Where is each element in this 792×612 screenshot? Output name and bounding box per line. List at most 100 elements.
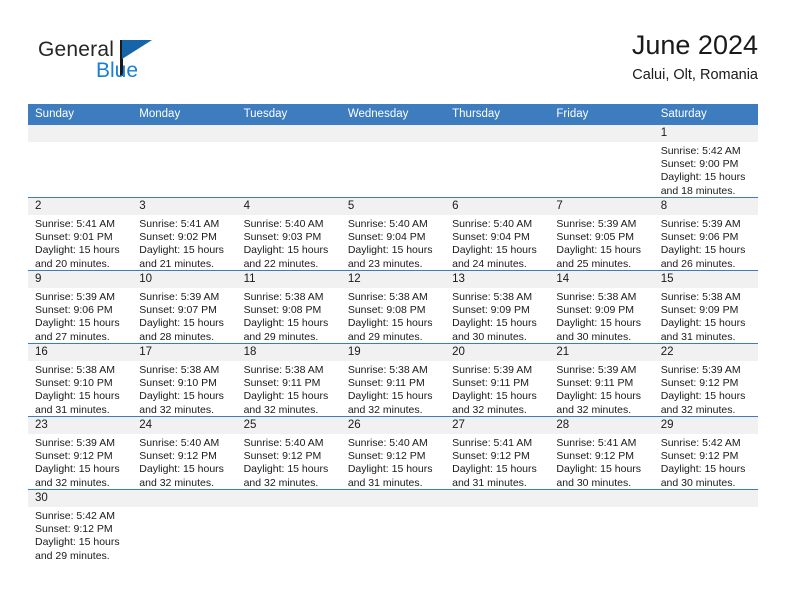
calendar-day-cell[interactable]: 15 Sunrise: 5:38 AM Sunset: 9:09 PM Dayligh… — [653, 271, 758, 343]
daylight-text: and 32 minutes. — [347, 403, 423, 416]
sunset-text: Sunset: 9:04 PM — [452, 231, 530, 244]
sunrise-text: Sunrise: 5:39 AM — [556, 218, 637, 230]
calendar-day-cell[interactable]: 8 Sunrise: 5:39 AM Sunset: 9:06 PM Daylight… — [653, 198, 758, 270]
day-number — [340, 490, 446, 507]
day-details: Sunrise: 5:40 AM Sunset: 9:12 PM Daylight:… — [132, 434, 236, 489]
calendar-day-cell[interactable]: 14 Sunrise: 5:38 AM Sunset: 9:09 PM Dayligh… — [549, 271, 654, 343]
calendar-day-cell[interactable]: 10 Sunrise: 5:39 AM Sunset: 9:07 PM Dayligh… — [132, 271, 237, 343]
calendar-day-cell[interactable]: 26 Sunrise: 5:40 AM Sunset: 9:12 PM Dayligh… — [340, 417, 446, 489]
calendar-day-cell[interactable]: 12 Sunrise: 5:38 AM Sunset: 9:08 PM Dayligh… — [340, 271, 446, 343]
weekday-header-thursday: Thursday — [452, 108, 501, 120]
sunrise-text: Sunrise: 5:39 AM — [35, 291, 115, 303]
calendar-day-cell[interactable]: 27 Sunrise: 5:41 AM Sunset: 9:12 PM Dayligh… — [445, 417, 550, 489]
day-number: 12 — [340, 271, 446, 288]
calendar-week-row: 23 Sunrise: 5:39 AM Sunset: 9:12 PM Dayligh… — [28, 417, 758, 490]
daylight-text: and 23 minutes. — [347, 257, 423, 270]
weekday-header-sunday: Sunday — [35, 108, 75, 120]
daylight-text: and 30 minutes. — [660, 476, 736, 489]
daylight-text: and 29 minutes. — [35, 549, 110, 562]
calendar-day-cell[interactable]: 1 Sunrise: 5:42 AM Sunset: 9:00 PM Daylight… — [653, 125, 758, 197]
daylight-text: and 27 minutes. — [35, 330, 110, 343]
calendar-day-cell[interactable]: 17 Sunrise: 5:38 AM Sunset: 9:10 PM Dayligh… — [132, 344, 237, 416]
calendar-day-cell[interactable]: 20 Sunrise: 5:39 AM Sunset: 9:11 PM Dayligh… — [445, 344, 550, 416]
calendar-day-cell[interactable]: 23 Sunrise: 5:39 AM Sunset: 9:12 PM Dayligh… — [28, 417, 133, 489]
daylight-text: and 31 minutes. — [660, 330, 736, 343]
calendar-day-cell[interactable]: 4 Sunrise: 5:40 AM Sunset: 9:03 PM Daylight… — [236, 198, 341, 270]
calendar-day-cell[interactable]: 7 Sunrise: 5:39 AM Sunset: 9:05 PM Daylight… — [549, 198, 654, 270]
daylight-text: Daylight: 15 hours — [35, 463, 120, 476]
day-number: 16 — [28, 344, 133, 361]
day-number — [236, 490, 341, 507]
daylight-text: Daylight: 15 hours — [243, 390, 329, 403]
calendar-day-cell-empty — [28, 125, 133, 197]
sunset-text: Sunset: 9:01 PM — [35, 231, 113, 244]
day-number: 3 — [132, 198, 237, 215]
daylight-text: and 18 minutes. — [660, 184, 736, 197]
calendar-day-cell[interactable]: 24 Sunrise: 5:40 AM Sunset: 9:12 PM Dayligh… — [132, 417, 237, 489]
calendar-day-cell[interactable]: 9 Sunrise: 5:39 AM Sunset: 9:06 PM Daylight… — [28, 271, 133, 343]
sunrise-text: Sunrise: 5:39 AM — [35, 437, 115, 449]
calendar-day-cell[interactable]: 3 Sunrise: 5:41 AM Sunset: 9:02 PM Daylight… — [132, 198, 237, 270]
calendar-week-row: 16 Sunrise: 5:38 AM Sunset: 9:10 PM Dayligh… — [28, 344, 758, 417]
day-number: 9 — [28, 271, 133, 288]
calendar-day-cell[interactable]: 30 Sunrise: 5:42 AM Sunset: 9:12 PM Dayligh… — [28, 490, 133, 562]
sunset-text: Sunset: 9:07 PM — [139, 304, 217, 317]
daylight-text: and 32 minutes. — [139, 476, 214, 489]
day-number: 15 — [653, 271, 758, 288]
brand-triangle-icon — [122, 40, 152, 59]
calendar-day-cell[interactable]: 29 Sunrise: 5:42 AM Sunset: 9:12 PM Dayligh… — [653, 417, 758, 489]
sunset-text: Sunset: 9:00 PM — [660, 158, 739, 171]
calendar-day-cell-empty — [340, 490, 446, 562]
calendar-day-cell[interactable]: 2 Sunrise: 5:41 AM Sunset: 9:01 PM Daylight… — [28, 198, 133, 270]
day-number: 4 — [236, 198, 341, 215]
page-header: General Blue June 2024 Calui, Olt, Roman… — [28, 28, 758, 98]
calendar-day-cell[interactable]: 13 Sunrise: 5:38 AM Sunset: 9:09 PM Dayligh… — [445, 271, 550, 343]
day-details — [28, 142, 132, 197]
sunset-text: Sunset: 9:11 PM — [452, 377, 529, 390]
day-details: Sunrise: 5:39 AM Sunset: 9:07 PM Daylight:… — [132, 288, 236, 343]
day-details: Sunrise: 5:39 AM Sunset: 9:12 PM Daylight:… — [654, 361, 758, 416]
day-details: Sunrise: 5:41 AM Sunset: 9:12 PM Daylight:… — [445, 434, 549, 489]
day-details — [341, 142, 445, 197]
day-details — [132, 507, 236, 562]
daylight-text: and 32 minutes. — [139, 403, 214, 416]
daylight-text: Daylight: 15 hours — [347, 390, 433, 403]
calendar-page: General Blue June 2024 Calui, Olt, Roman… — [0, 0, 792, 612]
calendar-grid: Sunday Monday Tuesday Wednesday Thursday Frid… — [28, 104, 758, 562]
day-number — [132, 490, 237, 507]
daylight-text: and 24 minutes. — [452, 257, 527, 270]
calendar-day-cell[interactable]: 19 Sunrise: 5:38 AM Sunset: 9:11 PM Dayligh… — [340, 344, 446, 416]
calendar-day-cell[interactable]: 6 Sunrise: 5:40 AM Sunset: 9:04 PM Daylight… — [445, 198, 550, 270]
calendar-day-cell[interactable]: 11 Sunrise: 5:38 AM Sunset: 9:08 PM Dayligh… — [236, 271, 341, 343]
day-number: 13 — [445, 271, 550, 288]
day-details: Sunrise: 5:38 AM Sunset: 9:09 PM Daylight:… — [654, 288, 758, 343]
sunrise-text: Sunrise: 5:40 AM — [347, 218, 428, 230]
sunset-text: Sunset: 9:09 PM — [660, 304, 739, 317]
sunset-text: Sunset: 9:12 PM — [35, 450, 113, 463]
calendar-week-row: 2 Sunrise: 5:41 AM Sunset: 9:01 PM Daylight… — [28, 198, 758, 271]
day-number — [445, 490, 550, 507]
sunrise-text: Sunrise: 5:42 AM — [660, 145, 741, 157]
day-details — [132, 142, 236, 197]
daylight-text: Daylight: 15 hours — [452, 390, 537, 403]
calendar-day-cell[interactable]: 16 Sunrise: 5:38 AM Sunset: 9:10 PM Dayligh… — [28, 344, 133, 416]
calendar-day-cell[interactable]: 28 Sunrise: 5:41 AM Sunset: 9:12 PM Dayligh… — [549, 417, 654, 489]
day-number: 19 — [340, 344, 446, 361]
daylight-text: and 32 minutes. — [452, 403, 527, 416]
sunset-text: Sunset: 9:08 PM — [347, 304, 426, 317]
sunset-text: Sunset: 9:12 PM — [347, 450, 426, 463]
calendar-day-cell[interactable]: 21 Sunrise: 5:39 AM Sunset: 9:11 PM Dayligh… — [549, 344, 654, 416]
calendar-day-cell[interactable]: 5 Sunrise: 5:40 AM Sunset: 9:04 PM Daylight… — [340, 198, 446, 270]
calendar-day-cell[interactable]: 18 Sunrise: 5:38 AM Sunset: 9:11 PM Dayligh… — [236, 344, 341, 416]
sunrise-text: Sunrise: 5:39 AM — [452, 364, 533, 376]
page-subtitle: Calui, Olt, Romania — [632, 67, 758, 83]
calendar-day-cell[interactable]: 25 Sunrise: 5:40 AM Sunset: 9:12 PM Dayligh… — [236, 417, 341, 489]
day-number — [549, 125, 654, 142]
day-details: Sunrise: 5:38 AM Sunset: 9:10 PM Daylight:… — [132, 361, 236, 416]
day-details: Sunrise: 5:38 AM Sunset: 9:08 PM Daylight:… — [341, 288, 445, 343]
sunset-text: Sunset: 9:12 PM — [35, 523, 113, 536]
calendar-day-cell[interactable]: 22 Sunrise: 5:39 AM Sunset: 9:12 PM Dayligh… — [653, 344, 758, 416]
sunrise-text: Sunrise: 5:38 AM — [243, 291, 324, 303]
sunrise-text: Sunrise: 5:38 AM — [660, 291, 741, 303]
sunrise-text: Sunrise: 5:40 AM — [347, 437, 428, 449]
